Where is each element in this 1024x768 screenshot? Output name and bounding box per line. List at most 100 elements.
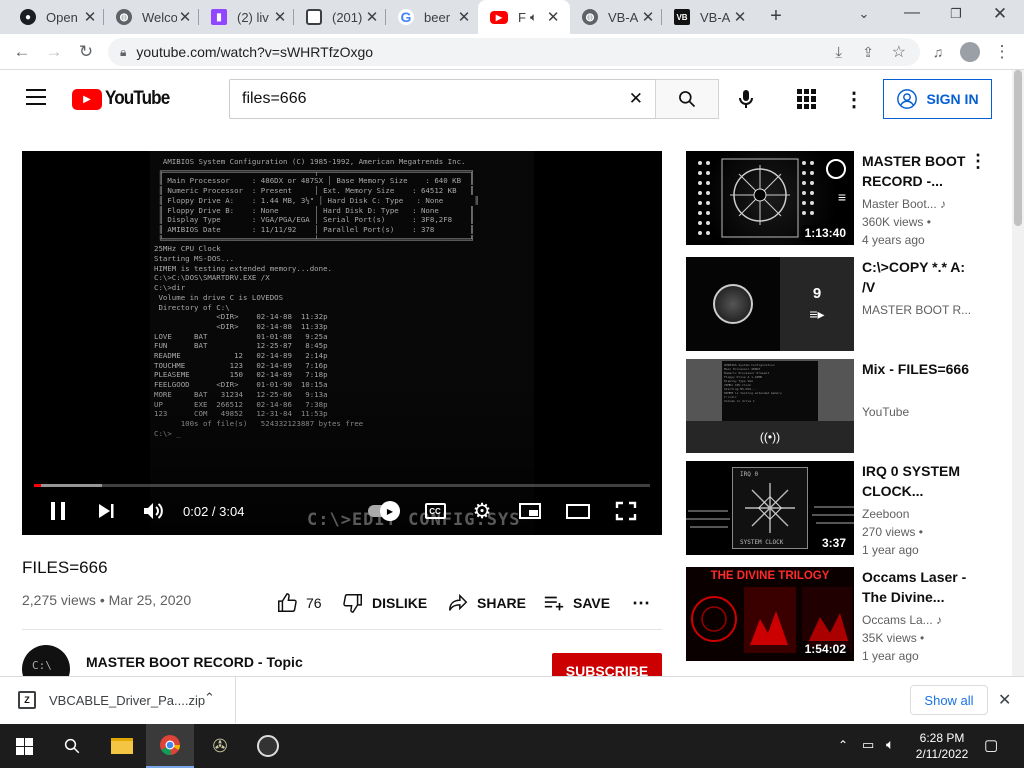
recommended-video[interactable]: ≡ 1:13:40 MASTER BOOT RECORD -... ⋮ Mast… bbox=[686, 151, 1006, 247]
video-thumbnail[interactable]: ≡ 1:13:40 bbox=[686, 151, 854, 245]
close-tab-icon[interactable]: ✕ bbox=[364, 8, 380, 26]
dislike-button[interactable]: DISLIKE bbox=[342, 592, 427, 614]
watch-later-icon[interactable] bbox=[826, 159, 846, 179]
new-tab-icon[interactable]: + bbox=[764, 5, 788, 29]
show-all-button[interactable]: Show all bbox=[910, 685, 988, 715]
windows-start-icon[interactable] bbox=[0, 724, 48, 768]
minimize-icon[interactable]: — bbox=[900, 4, 924, 28]
recommended-title[interactable]: IRQ 0 SYSTEM CLOCK... bbox=[862, 461, 974, 501]
close-tab-icon[interactable]: ✕ bbox=[732, 8, 748, 26]
microphone-icon[interactable] bbox=[734, 87, 758, 111]
pause-button[interactable] bbox=[46, 499, 70, 523]
window-close-icon[interactable]: ✕ bbox=[988, 4, 1012, 28]
progress-bar[interactable] bbox=[34, 484, 650, 487]
tools-app-icon[interactable]: ✇ bbox=[196, 724, 244, 768]
network-icon[interactable]: ▭ bbox=[862, 737, 874, 753]
browser-tab[interactable]: VB VB-A ✕ bbox=[662, 0, 754, 34]
forward-icon[interactable]: → bbox=[40, 38, 68, 66]
file-explorer-icon[interactable] bbox=[98, 724, 146, 768]
autoplay-toggle[interactable]: ▶ bbox=[366, 499, 400, 523]
bookmark-star-icon[interactable]: ☆ bbox=[892, 42, 906, 62]
address-bar[interactable]: 🔒︎ youtube.com/watch?v=sWHRTfzOxgo ⤓ ⇪ ☆ bbox=[108, 38, 920, 66]
clock[interactable]: 6:28 PM 2/11/2022 bbox=[908, 730, 976, 762]
recommended-title[interactable]: Occams Laser - The Divine... bbox=[862, 567, 974, 607]
close-tab-icon[interactable]: ✕ bbox=[82, 8, 98, 26]
search-input[interactable]: files=666 ✕ bbox=[229, 79, 656, 119]
recommended-mix[interactable]: AMIBIOS System Configuration Main Process… bbox=[686, 359, 1006, 453]
mix-thumbnail[interactable]: AMIBIOS System Configuration Main Process… bbox=[686, 359, 854, 453]
save-button[interactable]: SAVE bbox=[543, 592, 610, 614]
browser-tab[interactable]: ● Open ✕ bbox=[8, 0, 104, 34]
channel-name[interactable]: MASTER BOOT RECORD - Topic bbox=[86, 654, 303, 670]
restore-icon[interactable]: ❐ bbox=[944, 6, 968, 28]
browser-tab[interactable]: G beer ✕ bbox=[386, 0, 478, 34]
theater-mode-button[interactable] bbox=[565, 499, 591, 523]
install-app-icon[interactable]: ⤓ bbox=[835, 44, 842, 61]
notification-icon[interactable]: ▢ bbox=[984, 736, 998, 754]
captions-button[interactable]: CC bbox=[423, 499, 447, 523]
close-tab-icon[interactable]: ✕ bbox=[545, 8, 561, 26]
video-menu-icon[interactable]: ⋮ bbox=[969, 151, 987, 172]
settings-gear-icon[interactable]: ⚙︎ bbox=[470, 499, 494, 523]
add-to-queue-icon[interactable]: ≡ bbox=[838, 189, 846, 205]
more-actions-icon[interactable]: ⋯ bbox=[632, 592, 651, 614]
reload-icon[interactable]: ↻ bbox=[72, 38, 100, 66]
fullscreen-button[interactable] bbox=[614, 499, 638, 523]
browser-tab[interactable]: ▮ (2) liv ✕ bbox=[199, 0, 294, 34]
browser-tab[interactable]: (201) ✕ bbox=[294, 0, 386, 34]
scrollbar-thumb[interactable] bbox=[1014, 70, 1022, 226]
recommended-title[interactable]: MASTER BOOT RECORD -... bbox=[862, 151, 974, 191]
sign-in-button[interactable]: SIGN IN bbox=[883, 79, 992, 119]
close-tab-icon[interactable]: ✕ bbox=[640, 8, 656, 26]
close-shelf-icon[interactable]: ✕ bbox=[998, 690, 1011, 710]
back-icon[interactable]: ← bbox=[8, 38, 36, 66]
video-thumbnail[interactable]: IRQ 0 SYSTEM CLOCK 3:37 bbox=[686, 461, 854, 555]
youtube-logo-icon: ▶ bbox=[72, 88, 102, 110]
download-filename[interactable]: VBCABLE_Driver_Pa....zip bbox=[49, 693, 205, 708]
recommended-video[interactable]: IRQ 0 SYSTEM CLOCK 3:37 IRQ 0 SYSTEM CLO… bbox=[686, 461, 1006, 557]
close-tab-icon[interactable]: ✕ bbox=[272, 8, 288, 26]
search-button[interactable] bbox=[655, 79, 719, 119]
volume-button[interactable] bbox=[141, 499, 165, 523]
browser-tab[interactable]: ◍ VB-A ✕ bbox=[570, 0, 662, 34]
clear-search-icon[interactable]: ✕ bbox=[629, 89, 643, 109]
recommended-playlist[interactable]: 9 ≡▸ C:\>COPY *.* A: /V MASTER BOOT R... bbox=[686, 257, 1006, 351]
settings-more-icon[interactable]: ⋮ bbox=[844, 87, 864, 111]
obs-icon[interactable] bbox=[244, 724, 292, 768]
next-button[interactable] bbox=[94, 499, 118, 523]
volume-icon[interactable]: 🔈︎ bbox=[886, 736, 894, 753]
hamburger-menu-icon[interactable] bbox=[26, 89, 46, 105]
playlist-thumbnail[interactable]: 9 ≡▸ bbox=[686, 257, 854, 351]
share-button[interactable]: SHARE bbox=[447, 592, 526, 614]
channel-label[interactable]: MASTER BOOT R... bbox=[862, 301, 971, 319]
browser-tab-active[interactable]: ▶ F 🔈︎ ✕ bbox=[478, 0, 570, 34]
video-thumbnail[interactable]: THE DIVINE TRILOGY 1:54:02 bbox=[686, 567, 854, 661]
browser-menu-icon[interactable]: ⋮ bbox=[988, 38, 1016, 66]
media-control-icon[interactable]: ♫ bbox=[924, 38, 952, 66]
apps-grid-icon[interactable] bbox=[797, 89, 817, 109]
channel-label[interactable]: YouTube bbox=[862, 403, 909, 421]
chevron-up-icon[interactable]: ⌃ bbox=[838, 738, 848, 752]
like-button[interactable]: 76 bbox=[276, 592, 322, 614]
recommended-title[interactable]: Mix - FILES=666 bbox=[862, 359, 974, 379]
browser-tab[interactable]: ◍ Welco ✕ bbox=[104, 0, 199, 34]
close-tab-icon[interactable]: ✕ bbox=[177, 8, 193, 26]
recommended-video[interactable]: THE DIVINE TRILOGY 1:54:02 Occams Laser … bbox=[686, 567, 1006, 663]
youtube-logo[interactable]: ▶ YouTube bbox=[72, 88, 176, 110]
recommended-title[interactable]: C:\>COPY *.* A: /V bbox=[862, 257, 982, 297]
miniplayer-button[interactable] bbox=[518, 499, 542, 523]
share-icon[interactable]: ⇪ bbox=[862, 44, 874, 61]
channel-label[interactable]: Master Boot... bbox=[862, 197, 937, 211]
channel-label[interactable]: Occams La... bbox=[862, 613, 933, 627]
chevron-up-icon[interactable]: ⌃ bbox=[204, 690, 215, 706]
profile-icon[interactable] bbox=[956, 38, 984, 66]
page-scrollbar[interactable] bbox=[1012, 70, 1024, 676]
close-tab-icon[interactable]: ✕ bbox=[456, 8, 472, 26]
chrome-icon[interactable] bbox=[146, 724, 194, 768]
video-player[interactable]: AMIBIOS System Configuration (C) 1985-19… bbox=[22, 151, 662, 535]
lock-icon[interactable]: 🔒︎ bbox=[120, 45, 126, 60]
search-icon[interactable] bbox=[48, 724, 96, 768]
channel-label[interactable]: Zeeboon bbox=[862, 505, 909, 523]
audio-playing-icon[interactable]: 🔈︎ bbox=[530, 10, 537, 25]
tab-search-icon[interactable]: ⌄ bbox=[852, 6, 876, 28]
